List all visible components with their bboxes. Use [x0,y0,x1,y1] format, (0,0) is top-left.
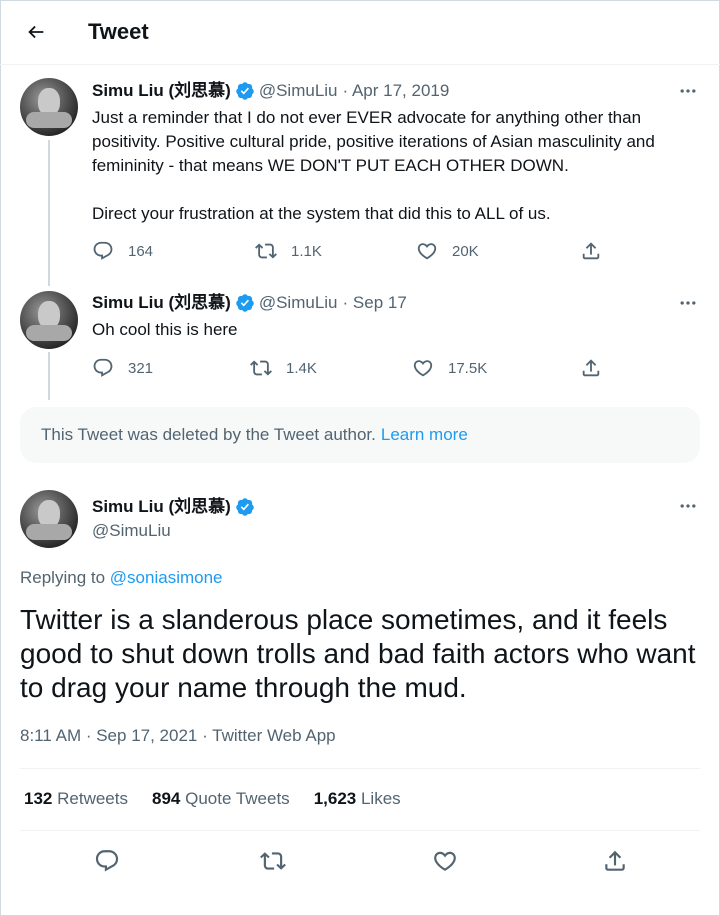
quote-tweets-stat[interactable]: 894 Quote Tweets [152,789,290,809]
author-handle[interactable]: @SimuLiu [259,80,338,102]
tweet-paragraph: Direct your frustration at the system th… [92,204,551,223]
more-button[interactable] [676,293,700,313]
author-name[interactable]: Simu Liu (刘思慕) [92,292,231,314]
divider [20,830,700,831]
tweet-header: Simu Liu (刘思慕) [92,496,259,518]
more-button[interactable] [676,496,700,516]
heart-icon [417,243,437,260]
retweet-icon [260,852,286,870]
back-button[interactable] [20,18,52,46]
verified-badge-icon [236,82,254,100]
tweet-header: Simu Liu (刘思慕) @SimuLiu · Apr 17, 2019 [92,80,449,102]
retweet-button[interactable]: 1.4K [250,357,317,379]
main-tweet-actions [0,845,720,877]
more-horizontal-icon [680,301,696,305]
retweet-count: 1.4K [286,359,317,377]
like-count: 17.5K [448,359,488,377]
avatar[interactable] [20,291,78,349]
reply-count: 164 [128,242,154,260]
tweet-date[interactable]: · Apr 17, 2019 [343,80,450,102]
tweet-text: Just a reminder that I do not ever EVER … [92,106,692,226]
top-bar: Tweet [0,0,720,65]
retweet-count: 1.1K [291,242,322,260]
author-handle[interactable]: @SimuLiu [92,520,171,542]
like-count: 20K [452,242,479,260]
reply-button[interactable]: 164 [92,240,153,262]
like-button[interactable] [429,845,461,877]
retweets-label: Retweets [57,789,128,808]
page-title: Tweet [88,19,149,44]
share-upload-icon [605,850,625,871]
replying-to-handle[interactable]: @soniasimone [110,568,223,587]
quote-tweets-label: Quote Tweets [185,789,290,808]
retweet-button[interactable] [257,845,289,877]
like-button[interactable]: 17.5K [412,357,487,379]
engagement-stats: 132 Retweets 894 Quote Tweets 1,623 Like… [24,789,425,809]
heart-icon [413,360,433,377]
reply-bubble-icon [93,358,113,377]
avatar[interactable] [20,78,78,136]
like-button[interactable]: 20K [416,240,479,262]
more-horizontal-icon [680,89,696,93]
reply-count: 321 [128,359,154,377]
tweet-date[interactable]: · Sep 17 [343,292,407,314]
tweet-actions: 164 1.1K 20K [92,240,612,264]
reply-bubble-icon [93,241,113,260]
verified-badge-icon [236,294,254,312]
likes-label: Likes [360,789,401,808]
reply-bubble-icon [95,850,119,872]
likes-count: 1,623 [313,789,357,808]
share-upload-icon [582,359,600,377]
thread-connector [48,140,50,286]
author-name[interactable]: Simu Liu (刘思慕) [92,496,231,518]
reply-button[interactable] [91,845,123,877]
avatar[interactable] [20,490,78,548]
thread-connector [48,352,50,400]
share-upload-icon [582,242,600,260]
tweet-actions: 321 1.4K 17.5K [92,357,612,381]
author-name[interactable]: Simu Liu (刘思慕) [92,80,231,102]
handle-line: @SimuLiu [92,520,171,542]
more-button[interactable] [676,81,700,101]
retweet-icon [250,360,272,376]
replying-to: Replying to @soniasimone [20,568,223,588]
share-button[interactable] [580,357,602,379]
tweet-header: Simu Liu (刘思慕) @SimuLiu · Sep 17 [92,292,407,314]
author-handle[interactable]: @SimuLiu [259,292,338,314]
share-button[interactable] [580,240,602,262]
replying-to-label: Replying to [20,568,106,587]
retweet-button[interactable]: 1.1K [255,240,322,262]
retweets-stat[interactable]: 132 Retweets [24,789,128,809]
reply-button[interactable]: 321 [92,357,153,379]
tweet-text: Oh cool this is here [92,320,238,339]
tweet-paragraph: Just a reminder that I do not ever EVER … [92,108,655,175]
divider [20,768,700,769]
share-button[interactable] [599,845,631,877]
heart-icon [434,851,456,871]
main-tweet-text: Twitter is a slanderous place sometimes,… [20,604,696,703]
quote-tweets-count: 894 [151,789,181,808]
arrow-left-icon [28,25,44,39]
verified-badge-icon [236,498,254,516]
retweet-icon [255,243,277,259]
deleted-tweet-text: This Tweet was deleted by the Tweet auth… [41,425,376,444]
more-horizontal-icon [680,504,696,508]
retweets-count: 132 [24,789,53,808]
learn-more-link[interactable]: Learn more [381,425,468,445]
tweet-timestamp[interactable]: 8:11 AM · Sep 17, 2021 · Twitter Web App [20,726,336,746]
likes-stat[interactable]: 1,623 Likes [314,789,401,809]
deleted-tweet-notice: This Tweet was deleted by the Tweet auth… [20,407,700,463]
